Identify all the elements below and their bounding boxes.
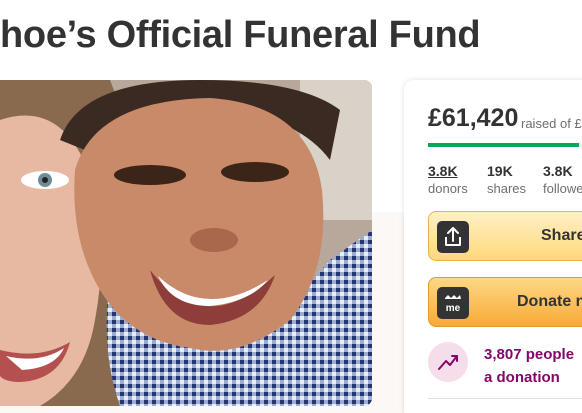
trend-line-2: a donation [484, 369, 560, 386]
share-button-label: Share [541, 227, 582, 244]
card-divider [428, 398, 582, 399]
stat-shares: 19K shares [487, 163, 526, 196]
trend-line-1: 3,807 people [484, 346, 575, 363]
stat-value: 19K [487, 163, 513, 179]
svg-text:me: me [446, 303, 461, 314]
donate-me-icon: me [437, 287, 469, 319]
campaign-photo[interactable] [0, 80, 372, 406]
stat-value[interactable]: 3.8K [428, 163, 468, 179]
raised-of-goal: raised of £ [521, 116, 582, 131]
progress-bar [428, 143, 582, 147]
donate-button[interactable]: me Donate n [428, 277, 582, 327]
campaign-photo-illustration [0, 80, 372, 406]
page-title: hoe’s Official Funeral Fund [0, 14, 481, 56]
stat-label: followe [543, 181, 582, 196]
stat-label: shares [487, 181, 527, 196]
stat-followers: 3.8K followe [543, 163, 582, 196]
recent-donations-text: 3,807 people a donation [484, 343, 582, 389]
stat-label: donors [428, 181, 468, 196]
share-button[interactable]: Share [428, 211, 582, 261]
amount-raised: £61,420 [428, 104, 519, 132]
stat-value: 3.8K [543, 163, 573, 179]
stat-donors[interactable]: 3.8K donors [428, 163, 468, 196]
trending-up-icon [428, 342, 468, 382]
donate-button-label: Donate n [517, 293, 582, 310]
progress-fill [428, 143, 579, 147]
share-upload-icon [437, 221, 469, 253]
